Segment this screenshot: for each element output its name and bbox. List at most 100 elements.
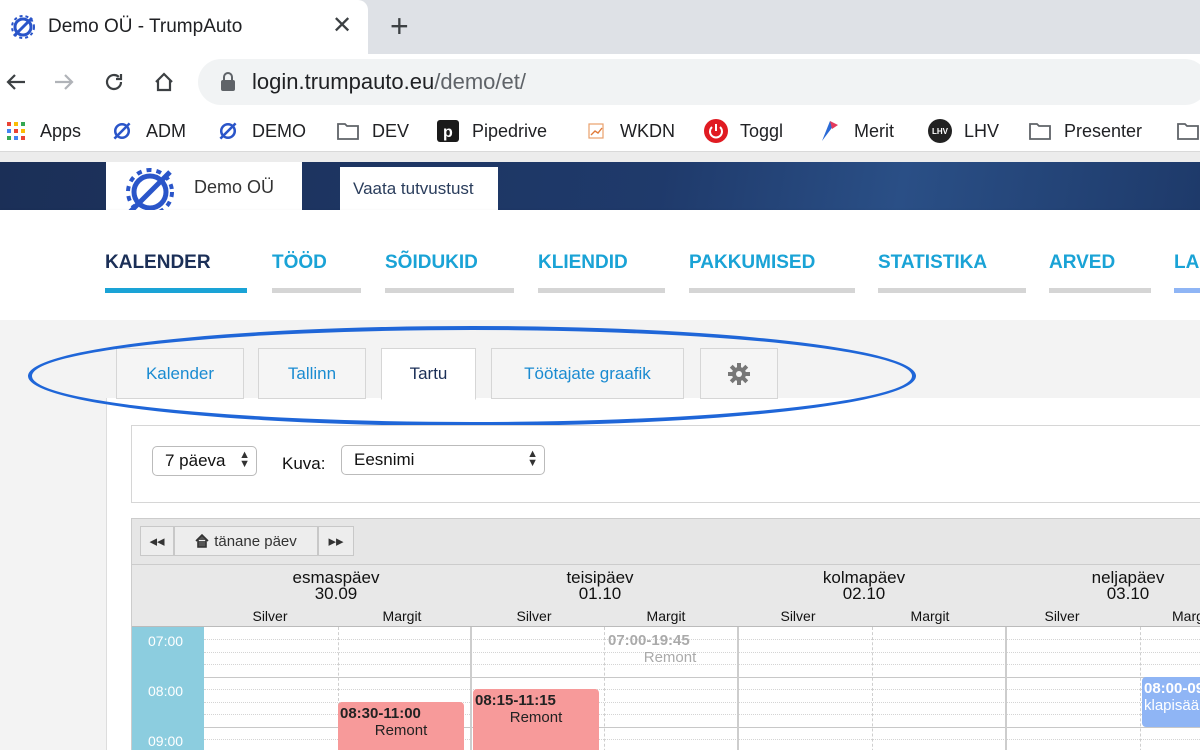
close-tab-icon[interactable]: ✕ bbox=[332, 12, 352, 40]
browser-tab[interactable]: Demo OÜ - TrumpAuto ✕ bbox=[0, 0, 368, 54]
event-time: 08:30-11:00 bbox=[340, 705, 421, 722]
event-time: 08:15-11:15 bbox=[475, 692, 556, 709]
bookmark-label: ADM bbox=[146, 120, 186, 141]
bookmark-folder-overflow[interactable] bbox=[1176, 119, 1200, 143]
day-date: 01.10 bbox=[578, 584, 622, 603]
calendar-grid: ◂◂ tänane päev ▸▸ esmaspäev 30.09 teisip… bbox=[131, 518, 1200, 750]
kuva-select[interactable]: Eesnimi ▲ ▼ bbox=[341, 445, 545, 475]
bookmark-presenter[interactable]: Presenter bbox=[1028, 119, 1142, 143]
bookmark-label: Apps bbox=[40, 120, 82, 141]
url-text: login.trumpauto.eu/demo/et/ bbox=[252, 69, 526, 95]
kuva-label: Kuva: bbox=[282, 454, 326, 473]
next-button[interactable]: ▸▸ bbox=[318, 526, 354, 556]
nav-underline-active bbox=[105, 288, 247, 293]
browser-tabstrip: Demo OÜ - TrumpAuto ✕ + bbox=[0, 0, 1200, 54]
time-label: 09:00 bbox=[148, 733, 184, 749]
nav-soidukid[interactable]: SÕIDUKID bbox=[385, 252, 478, 274]
person-column-header: Margit bbox=[910, 608, 950, 624]
person-column-header: Marg bbox=[1172, 608, 1200, 624]
today-button[interactable]: tänane päev bbox=[174, 526, 318, 556]
nav-pakkumised[interactable]: PAKKUMISED bbox=[689, 252, 815, 274]
lock-icon bbox=[221, 72, 235, 91]
grid-line bbox=[204, 689, 1200, 690]
nav-underline bbox=[878, 288, 1026, 293]
bookmark-dev[interactable]: DEV bbox=[336, 119, 409, 143]
forward-arrow-icon[interactable] bbox=[48, 66, 80, 98]
trumpauto-favicon-icon bbox=[11, 15, 35, 39]
nav-underline bbox=[272, 288, 361, 293]
person-column-header: Silver bbox=[1044, 608, 1080, 624]
person-column-header: Silver bbox=[780, 608, 816, 624]
company-name: Demo OÜ bbox=[194, 177, 275, 197]
nav-tood[interactable]: TÖÖD bbox=[272, 252, 327, 274]
person-column-header: Silver bbox=[516, 608, 552, 624]
address-bar[interactable]: login.trumpauto.eu/demo/et/ bbox=[198, 59, 1200, 105]
prev-button[interactable]: ◂◂ bbox=[140, 526, 174, 556]
calendar-toolbar: ◂◂ tänane päev ▸▸ bbox=[132, 519, 1200, 565]
range-select[interactable]: 7 päeva ▲ ▼ bbox=[152, 446, 257, 476]
bookmark-label: Presenter bbox=[1064, 120, 1143, 141]
person-column-header: Silver bbox=[252, 608, 288, 624]
day-divider bbox=[737, 627, 739, 750]
home-icon bbox=[195, 534, 209, 548]
reload-icon[interactable] bbox=[98, 66, 130, 98]
event-label: Remont bbox=[643, 649, 697, 666]
bookmarks-bar: Apps ADM DEMO DEV p Pipedrive WKDN Toggl … bbox=[0, 110, 1200, 152]
calendar-header: esmaspäev 30.09 teisipäev 01.10 kolmapäe… bbox=[132, 565, 1200, 627]
time-label: 07:00 bbox=[148, 633, 184, 649]
kuva-select-value: Eesnimi bbox=[354, 450, 415, 469]
bookmark-merit[interactable]: Merit bbox=[818, 119, 894, 143]
nav-arved[interactable]: ARVED bbox=[1049, 252, 1115, 274]
day-date: 02.10 bbox=[842, 584, 886, 603]
home-icon[interactable] bbox=[148, 66, 180, 98]
new-tab-icon[interactable]: + bbox=[390, 8, 409, 44]
merit-icon bbox=[818, 119, 842, 143]
bookmark-apps[interactable]: Apps bbox=[4, 119, 81, 143]
person-column-header: Margit bbox=[646, 608, 686, 624]
bookmark-pipedrive[interactable]: p Pipedrive bbox=[436, 119, 547, 143]
nav-underline bbox=[1049, 288, 1151, 293]
nav-kliendid[interactable]: KLIENDID bbox=[538, 252, 628, 274]
calendar-event[interactable]: 08:30-11:00 Remont bbox=[338, 702, 464, 750]
browser-toolbar: login.trumpauto.eu/demo/et/ bbox=[0, 54, 1200, 110]
trumpauto-icon bbox=[110, 119, 134, 143]
chart-icon bbox=[584, 119, 608, 143]
today-label: tänane päev bbox=[214, 532, 297, 550]
bookmark-label: DEV bbox=[372, 120, 410, 141]
bookmark-label: WKDN bbox=[620, 120, 675, 141]
day-divider bbox=[1005, 627, 1007, 750]
bookmark-demo[interactable]: DEMO bbox=[216, 119, 306, 143]
nav-la-truncated[interactable]: LA bbox=[1174, 252, 1199, 274]
folder-icon bbox=[1176, 119, 1200, 143]
bookmark-toggl[interactable]: Toggl bbox=[704, 119, 783, 143]
calendar-event[interactable]: 08:00-09 klapisää bbox=[1142, 677, 1200, 727]
select-arrows-icon: ▲ ▼ bbox=[527, 448, 538, 469]
day-date: 30.09 bbox=[314, 584, 358, 603]
nav-underline bbox=[385, 288, 514, 293]
browser-tab-title: Demo OÜ - TrumpAuto bbox=[48, 16, 243, 37]
back-arrow-icon[interactable] bbox=[0, 66, 32, 98]
event-label: Remont bbox=[374, 722, 428, 739]
calendar-event[interactable]: 07:00-19:45 Remont bbox=[606, 629, 734, 673]
bookmark-adm[interactable]: ADM bbox=[110, 119, 186, 143]
calendar-event[interactable]: 08:15-11:15 Remont bbox=[473, 689, 599, 750]
time-label: 08:00 bbox=[148, 683, 184, 699]
url-path: /demo/et/ bbox=[434, 69, 526, 94]
bookmark-label: Pipedrive bbox=[472, 120, 548, 141]
nav-statistika[interactable]: STATISTIKA bbox=[878, 252, 987, 274]
event-label: klapisää bbox=[1144, 697, 1200, 714]
range-select-value: 7 päeva bbox=[165, 451, 226, 470]
select-arrows-icon: ▲ ▼ bbox=[239, 449, 250, 470]
demo-tour-tab[interactable]: Vaata tutvustust bbox=[340, 167, 498, 210]
power-icon bbox=[704, 119, 728, 143]
nav-kalender[interactable]: KALENDER bbox=[105, 252, 211, 274]
day-divider bbox=[470, 627, 472, 750]
folder-icon bbox=[1028, 119, 1052, 143]
trumpauto-icon bbox=[216, 119, 240, 143]
brand-box[interactable]: Demo OÜ bbox=[106, 162, 302, 216]
event-time: 07:00-19:45 bbox=[608, 632, 690, 649]
hour-line bbox=[204, 677, 1200, 678]
bookmark-lhv[interactable]: LHV LHV bbox=[928, 119, 999, 143]
bookmark-wkdn[interactable]: WKDN bbox=[584, 119, 675, 143]
nav-underline bbox=[689, 288, 855, 293]
